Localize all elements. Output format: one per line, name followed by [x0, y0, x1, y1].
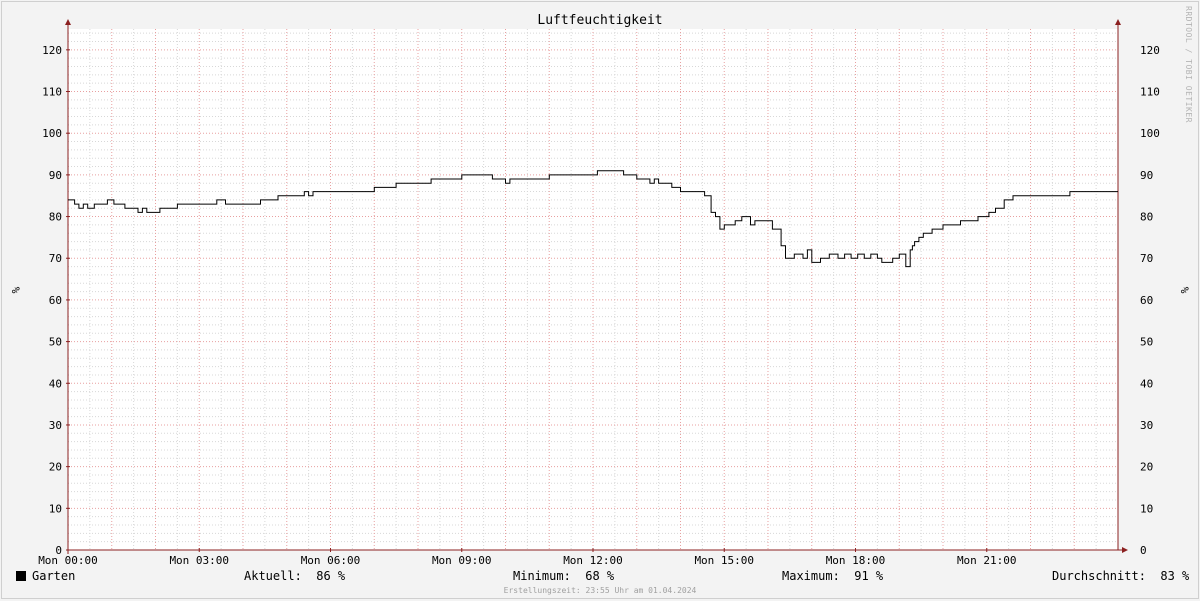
- y-unit-left: %: [9, 287, 22, 294]
- y-tick-label-right: 10: [1140, 502, 1153, 515]
- x-tick-label: Mon 12:00: [563, 554, 623, 567]
- y-tick-label-left: 30: [49, 419, 62, 432]
- y-tick-label-right: 50: [1140, 336, 1153, 349]
- legend-durchschnitt: Durchschnitt: 83 %: [1052, 569, 1189, 583]
- y-axis-right-arrow: [1115, 19, 1121, 25]
- y-tick-label-right: 120: [1140, 44, 1160, 57]
- y-ticks-right: 0 10 20 30 40 50 60 70 80 90 100 110 120: [1140, 44, 1160, 557]
- x-axis-arrow: [1122, 547, 1128, 553]
- y-tick-label-right: 40: [1140, 377, 1153, 390]
- x-tick-label: Mon 09:00: [432, 554, 492, 567]
- y-axis-left-arrow: [65, 19, 71, 25]
- y-tick-label-right: 90: [1140, 169, 1153, 182]
- y-tick-label-left: 120: [42, 44, 62, 57]
- x-tick-label: Mon 03:00: [169, 554, 229, 567]
- aktuell-value: 86 %: [316, 569, 346, 583]
- x-ticks: Mon 00:00 Mon 03:00 Mon 06:00 Mon 09:00 Mon …: [38, 548, 1017, 567]
- y-tick-label-left: 40: [49, 377, 62, 390]
- y-tick-label-right: 80: [1140, 211, 1153, 224]
- x-tick-label: Mon 06:00: [301, 554, 361, 567]
- y-tick-label-left: 20: [49, 461, 62, 474]
- y-unit-right: %: [1178, 287, 1191, 294]
- legend: Garten Aktuell: 86 % Minimum: 68 % Maxim…: [16, 569, 1189, 587]
- y-tick-label-right: 20: [1140, 461, 1153, 474]
- y-tick-label-left: 60: [49, 294, 62, 307]
- watermark: RRDTOOL / TOBI OETIKER: [1184, 6, 1193, 123]
- y-tick-label-left: 70: [49, 252, 62, 265]
- y-tick-label-left: 110: [42, 86, 62, 99]
- y-ticks-left: 0102030405060708090100110120: [42, 44, 70, 557]
- aktuell-label: Aktuell:: [244, 569, 302, 583]
- y-tick-label-left: 80: [49, 211, 62, 224]
- legend-aktuell: Aktuell: 86 %: [244, 569, 345, 583]
- y-tick-label-right: 100: [1140, 127, 1160, 140]
- durchschnitt-label: Durchschnitt:: [1052, 569, 1146, 583]
- legend-series-name: Garten: [32, 569, 76, 583]
- legend-swatch: [16, 571, 26, 581]
- minimum-label: Minimum:: [513, 569, 571, 583]
- minimum-value: 68 %: [585, 569, 615, 583]
- x-tick-label: Mon 21:00: [957, 554, 1017, 567]
- maximum-label: Maximum:: [782, 569, 840, 583]
- y-tick-label-right: 70: [1140, 252, 1153, 265]
- creation-time: Erstellungszeit: 23:55 Uhr am 01.04.2024: [503, 586, 697, 595]
- y-tick-label-left: 10: [49, 502, 62, 515]
- x-tick-label: Mon 15:00: [694, 554, 754, 567]
- y-tick-label-right: 30: [1140, 419, 1153, 432]
- legend-series: Garten: [16, 569, 75, 583]
- y-tick-label-right: 0: [1140, 544, 1147, 557]
- legend-maximum: Maximum: 91 %: [782, 569, 883, 583]
- y-tick-label-left: 100: [42, 127, 62, 140]
- legend-minimum: Minimum: 68 %: [513, 569, 614, 583]
- y-tick-label-right: 110: [1140, 86, 1160, 99]
- y-tick-label-left: 90: [49, 169, 62, 182]
- chart-title: Luftfeuchtigkeit: [537, 13, 662, 28]
- y-tick-label-left: 50: [49, 336, 62, 349]
- maximum-value: 91 %: [854, 569, 884, 583]
- durchschnitt-value: 83 %: [1160, 569, 1190, 583]
- x-tick-label: Mon 18:00: [826, 554, 886, 567]
- chart-window: 0 10 20 30 40 50 60 70 80 90 100 110 120 0 10 20 30 40 50…: [1, 1, 1199, 599]
- x-tick-label: Mon 00:00: [38, 554, 98, 567]
- y-tick-label-right: 60: [1140, 294, 1153, 307]
- humidity-chart: 0 10 20 30 40 50 60 70 80 90 100 110 120 0 10 20 30 40 50…: [9, 6, 1193, 567]
